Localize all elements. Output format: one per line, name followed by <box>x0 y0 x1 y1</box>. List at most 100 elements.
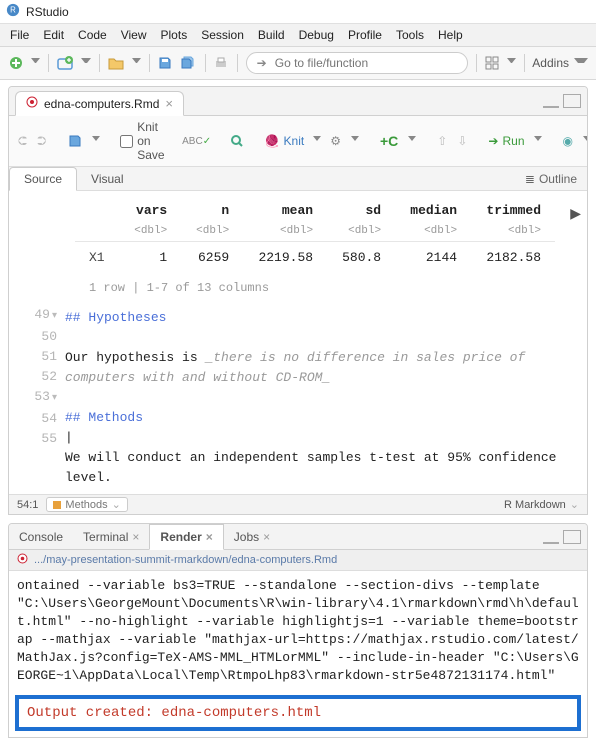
new-file-button[interactable] <box>8 51 24 75</box>
knit-on-save-checkbox[interactable] <box>120 135 133 148</box>
source-visual-bar: Source Visual ≣Outline <box>9 167 587 191</box>
output-created-highlight: Output created: edna-computers.html <box>15 695 581 731</box>
rmd-icon <box>26 96 38 111</box>
render-path-bar: .../may-presentation-summit-rmarkdown/ed… <box>9 550 587 571</box>
tab-source[interactable]: Source <box>9 167 77 191</box>
file-tab[interactable]: edna-computers.Rmd × <box>15 91 184 116</box>
tab-terminal[interactable]: Terminal× <box>73 525 149 549</box>
code-line: ## Hypotheses <box>65 308 577 328</box>
rmd-icon <box>17 553 28 567</box>
menu-view[interactable]: View <box>115 26 153 44</box>
menu-debug[interactable]: Debug <box>293 26 340 44</box>
knit-button[interactable]: 🧶Knit <box>265 134 305 148</box>
save-button[interactable] <box>157 51 173 75</box>
save-source-button[interactable] <box>67 129 83 153</box>
find-button[interactable] <box>229 129 245 153</box>
menu-code[interactable]: Code <box>72 26 113 44</box>
rstudio-icon: R <box>6 3 20 20</box>
chevron-down-icon[interactable] <box>313 136 321 147</box>
table-meta: 1 row | 1-7 of 13 columns <box>75 274 577 298</box>
goto-file-function[interactable]: ➔ <box>246 52 468 74</box>
new-project-button[interactable] <box>56 51 74 75</box>
tab-console[interactable]: Console <box>9 525 73 549</box>
chevron-down-icon[interactable] <box>583 136 588 147</box>
open-file-button[interactable] <box>107 51 125 75</box>
code-line: Our hypothesis is _there is no differenc… <box>65 348 577 388</box>
chevron-down-icon[interactable] <box>31 58 40 69</box>
chevron-down-icon[interactable] <box>534 136 542 147</box>
close-icon[interactable]: × <box>132 530 139 544</box>
chevron-down-icon[interactable] <box>408 136 416 147</box>
knit-on-save-toggle[interactable]: Knit on Save <box>120 120 164 162</box>
render-output[interactable]: ontained --variable bs3=TRUE --standalon… <box>9 571 587 691</box>
chevron-down-icon[interactable] <box>132 58 141 69</box>
grid-button[interactable] <box>484 51 500 75</box>
editor-status-bar: 54:1 Methods⌄ R Markdown ⌄ <box>9 494 587 514</box>
code-area[interactable]: ▶ vars<dbl> n<dbl> mean<dbl> sd<dbl> med… <box>65 191 587 494</box>
code-line: | <box>65 428 577 448</box>
spellcheck-button[interactable]: ABC✓ <box>185 129 209 153</box>
tab-render[interactable]: Render× <box>149 524 223 550</box>
window-title: RStudio <box>26 5 69 19</box>
close-icon[interactable]: × <box>165 97 173 110</box>
menu-edit[interactable]: Edit <box>37 26 70 44</box>
insert-chunk-button[interactable]: +C <box>379 129 399 153</box>
chevron-down-icon[interactable] <box>507 58 516 69</box>
output-created-text: Output created: edna-computers.html <box>27 705 321 721</box>
menu-session[interactable]: Session <box>195 26 250 44</box>
run-button[interactable]: ➔Run <box>488 134 524 148</box>
source-pane: edna-computers.Rmd × ⮈ ⮊ Knit on Save AB… <box>8 86 588 515</box>
menu-tools[interactable]: Tools <box>390 26 430 44</box>
menu-profile[interactable]: Profile <box>342 26 388 44</box>
menu-file[interactable]: File <box>4 26 35 44</box>
pane-window-controls <box>543 530 587 544</box>
gear-icon[interactable]: ⚙ <box>329 129 342 153</box>
minimize-pane-icon[interactable] <box>543 530 559 544</box>
nav-down-button[interactable]: ⇩ <box>456 129 468 153</box>
language-indicator[interactable]: R Markdown ⌄ <box>504 498 579 511</box>
maximize-pane-icon[interactable] <box>563 530 581 544</box>
outline-button[interactable]: ≣Outline <box>515 168 587 190</box>
chevron-down-icon[interactable] <box>81 58 90 69</box>
minimize-pane-icon[interactable] <box>543 94 559 108</box>
outline-icon: ≣ <box>525 172 535 186</box>
line-gutter: 49▾ 50 51 52 53▾ 54 55 <box>9 191 65 494</box>
close-icon[interactable]: × <box>206 530 213 544</box>
tab-visual[interactable]: Visual <box>77 168 137 190</box>
main-toolbar: ➔ Addins <box>0 47 596 80</box>
inline-chunk-output: ▶ vars<dbl> n<dbl> mean<dbl> sd<dbl> med… <box>75 199 577 298</box>
menu-build[interactable]: Build <box>252 26 291 44</box>
save-all-button[interactable] <box>179 51 197 75</box>
print-button[interactable] <box>213 51 229 75</box>
file-tab-label: edna-computers.Rmd <box>44 97 159 111</box>
scroll-right-icon[interactable]: ▶ <box>570 205 581 225</box>
code-line: ## Methods <box>65 408 577 428</box>
editor-area[interactable]: 49▾ 50 51 52 53▾ 54 55 ▶ vars<dbl> n<dbl… <box>9 191 587 494</box>
chevron-down-icon[interactable] <box>92 136 100 147</box>
addins-menu[interactable]: Addins <box>532 56 588 70</box>
goto-input[interactable] <box>273 55 427 71</box>
file-tab-bar: edna-computers.Rmd × <box>9 87 587 116</box>
nav-up-button[interactable]: ⇧ <box>436 129 448 153</box>
menu-bar: File Edit Code View Plots Session Build … <box>0 24 596 47</box>
chevron-down-icon <box>574 58 588 69</box>
section-icon <box>53 501 61 509</box>
maximize-pane-icon[interactable] <box>563 94 581 108</box>
cursor-position: 54:1 <box>17 499 38 511</box>
menu-plots[interactable]: Plots <box>155 26 194 44</box>
close-icon[interactable]: × <box>263 530 270 544</box>
chevron-down-icon[interactable] <box>351 136 359 147</box>
tab-jobs[interactable]: Jobs× <box>224 525 280 549</box>
editor-toolbar: ⮈ ⮊ Knit on Save ABC✓ 🧶Knit ⚙ +C ⇧ ⇩ ➔Ru… <box>9 116 587 167</box>
section-chip[interactable]: Methods⌄ <box>46 497 127 512</box>
code-line: We will conduct an independent samples t… <box>65 448 577 488</box>
console-pane: Console Terminal× Render× Jobs× .../may-… <box>8 523 588 738</box>
yarn-icon: 🧶 <box>265 134 280 148</box>
svg-text:R: R <box>10 6 16 15</box>
table-row: X1 1 6259 2219.58 580.8 2144 2182.58 <box>75 242 555 275</box>
back-button[interactable]: ⮈ <box>17 129 28 153</box>
menu-help[interactable]: Help <box>432 26 469 44</box>
publish-button[interactable]: ◉ <box>562 129 574 153</box>
console-tab-bar: Console Terminal× Render× Jobs× <box>9 524 587 550</box>
forward-button[interactable]: ⮊ <box>36 129 47 153</box>
